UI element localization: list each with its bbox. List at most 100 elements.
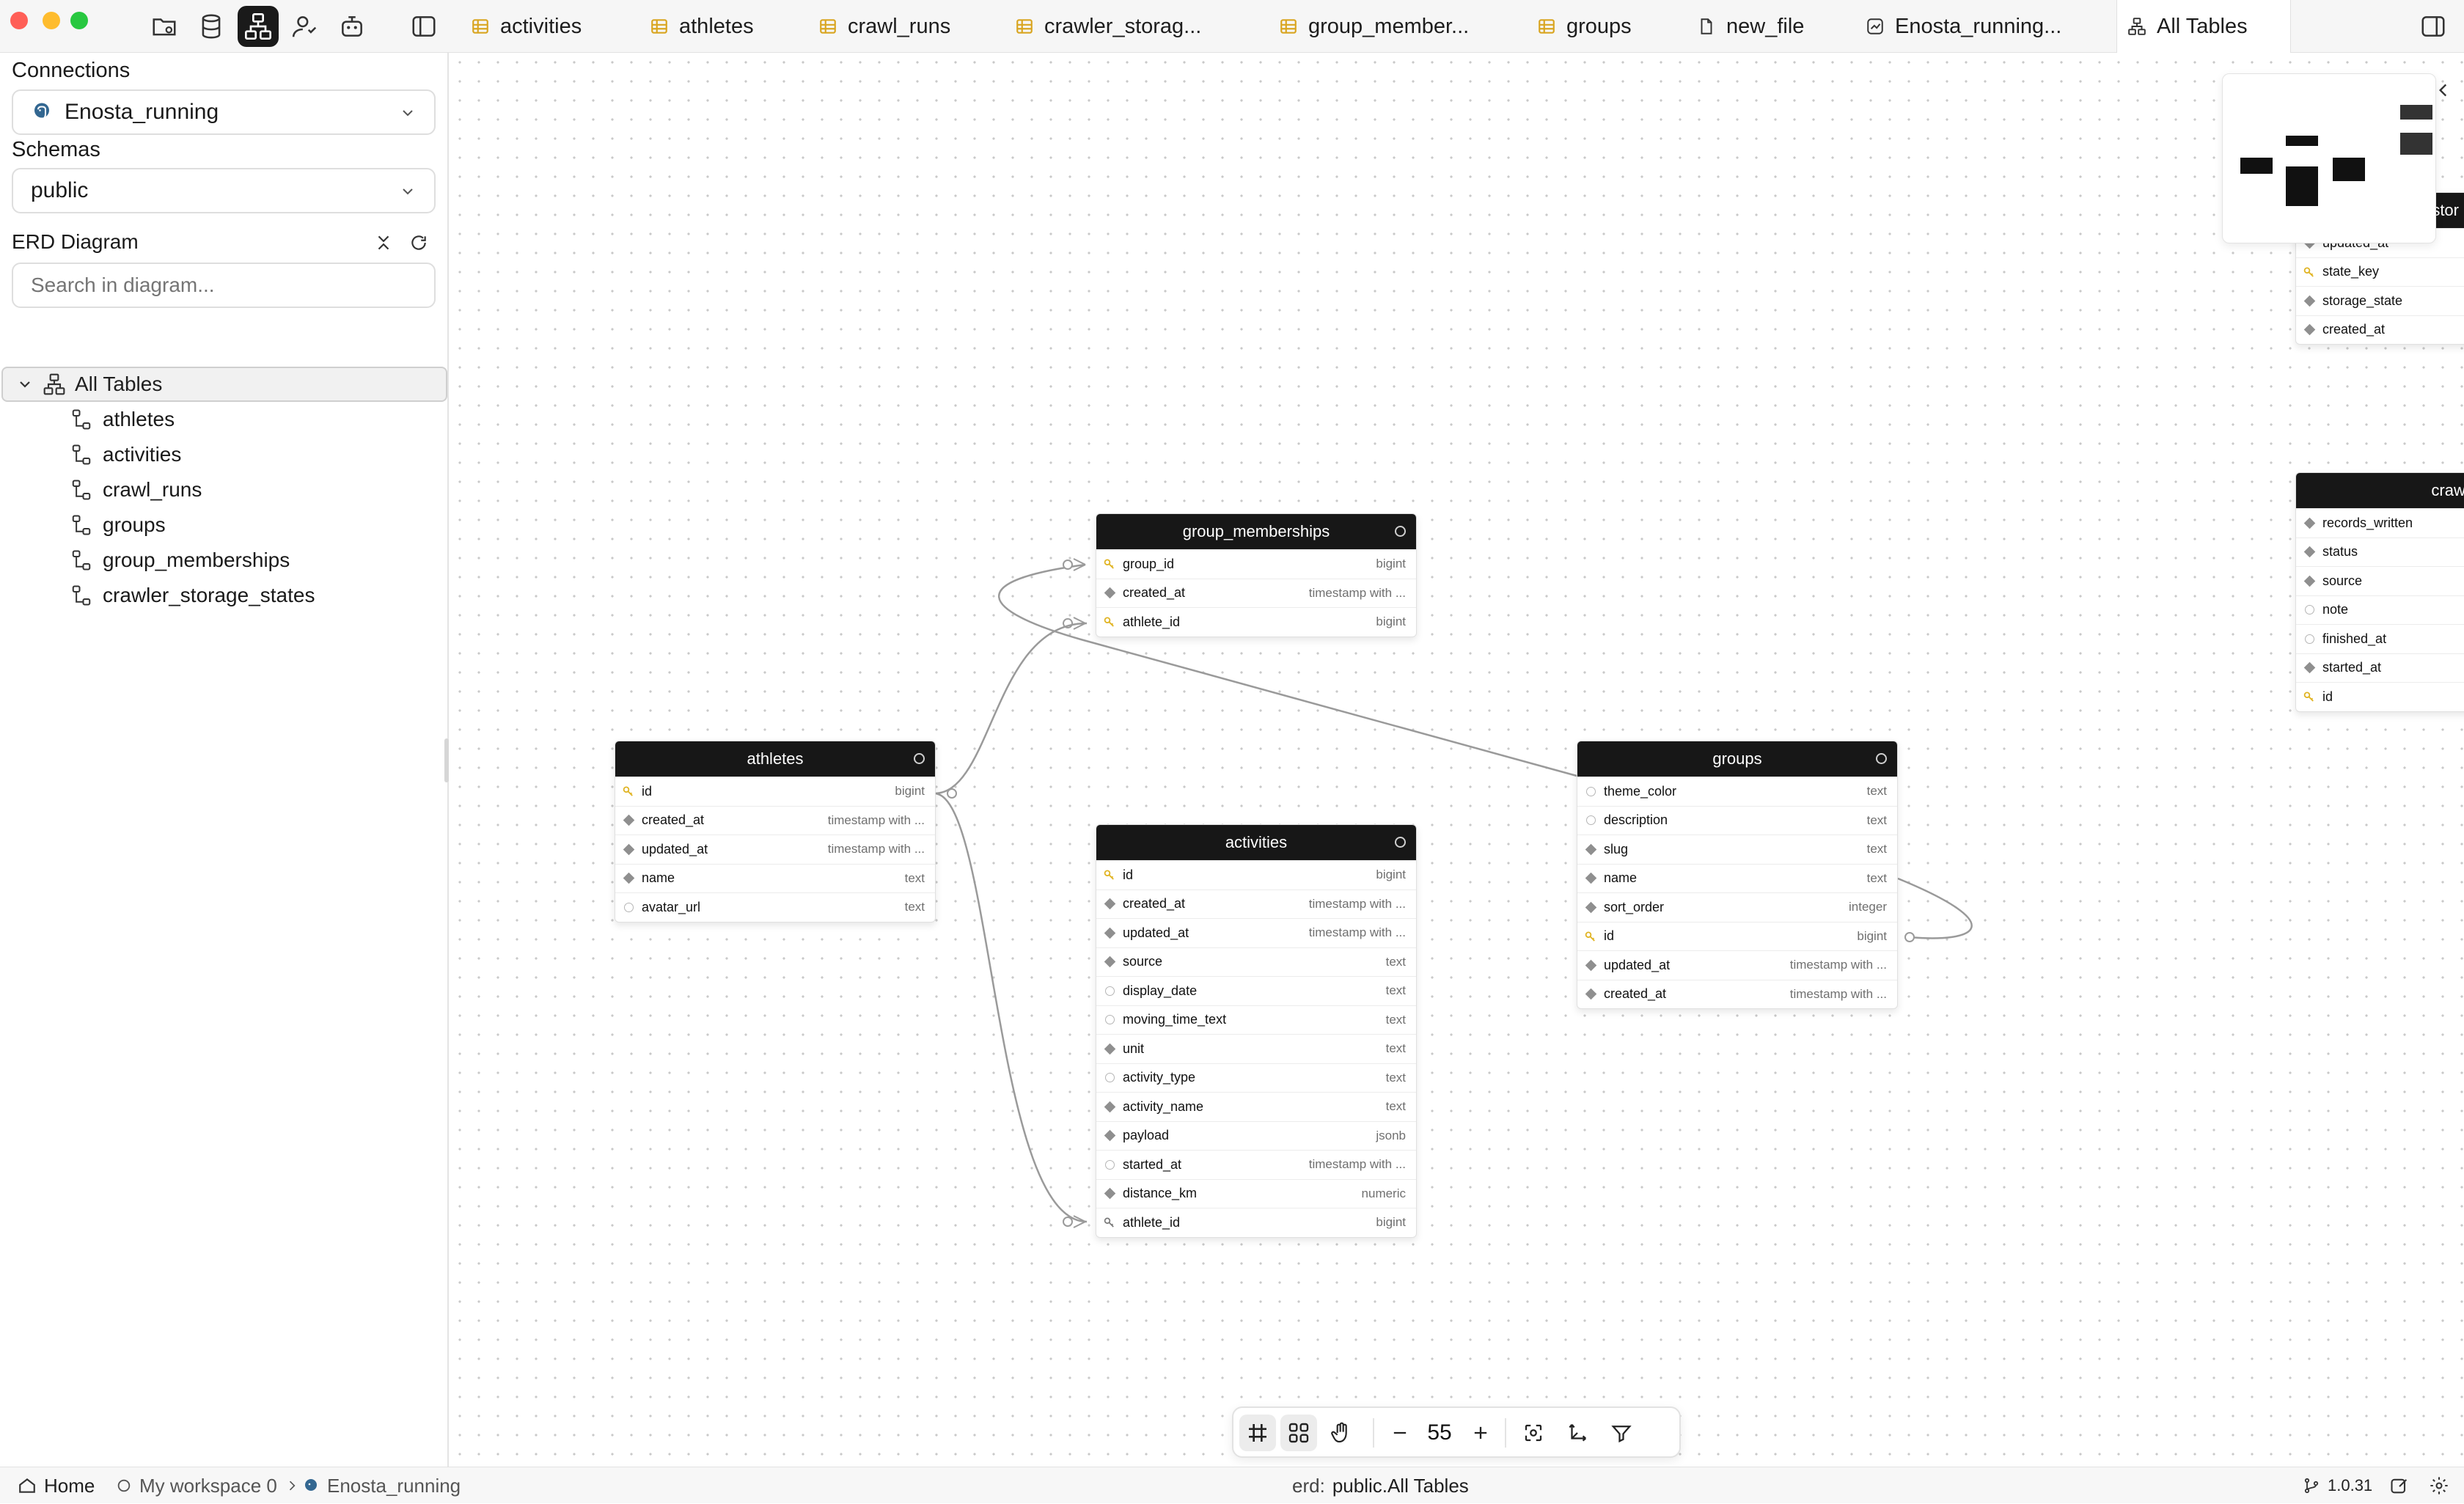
table-header[interactable]: athletes [615,741,935,777]
column-row[interactable]: created_at timestamp with ... [1096,889,1416,919]
column-row[interactable]: id bigint [615,777,935,806]
column-row[interactable]: athlete_id bigint [1096,607,1416,637]
filter-button[interactable] [1603,1415,1640,1451]
column-row[interactable]: group_id bigint [1096,549,1416,579]
column-row[interactable]: source [2296,566,2464,595]
pan-tool-button[interactable] [1323,1415,1360,1451]
column-row[interactable]: created_at timestamp with ... [615,805,935,835]
column-row[interactable]: moving_time_text text [1096,1005,1416,1035]
users-button[interactable] [285,6,326,47]
zoom-out-button[interactable] [1382,1415,1418,1451]
minimize-window-button[interactable] [43,12,60,29]
tab-crawl-runs[interactable]: crawl_runs [808,0,991,53]
column-row[interactable]: updated_at timestamp with ... [1096,918,1416,947]
tab-new-file[interactable]: new_file [1687,0,1860,53]
tree-item-all-tables[interactable]: All Tables [1,367,447,402]
tab-enosta-running-chart[interactable]: Enosta_running... [1855,0,2119,53]
workspace-breadcrumb[interactable]: My workspace 0 [116,1467,299,1504]
settings-button[interactable] [2429,1467,2449,1504]
erd-table-crawl-runs[interactable]: crawl_ records_written status source not… [2295,472,2464,712]
column-row[interactable]: payload jsonb [1096,1120,1416,1151]
column-row[interactable]: state_key [2296,257,2464,287]
erd-table-activities[interactable]: activities id bigint created_at timestamp … [1096,824,1417,1238]
column-row[interactable]: slug text [1577,834,1897,864]
database-button[interactable] [191,6,232,47]
column-row[interactable]: updated_at timestamp with ... [615,834,935,864]
erd-table-group-memberships[interactable]: group_memberships group_id bigint created… [1096,513,1417,637]
column-row[interactable]: created_at [2296,315,2464,345]
tab-activities[interactable]: activities [461,0,637,53]
sidebar-resize-handle[interactable] [444,738,449,782]
erd-canvas[interactable]: group_memberships group_id bigint created… [450,53,2464,1467]
connection-select[interactable]: Enosta_running [12,89,436,135]
tab-groups[interactable]: groups [1527,0,1695,53]
layout-button[interactable] [1280,1415,1317,1451]
column-row[interactable]: note [2296,595,2464,625]
tab-group-memberships[interactable]: group_member... [1269,0,1518,53]
column-row[interactable]: storage_state [2296,286,2464,315]
column-row[interactable]: athlete_id bigint [1096,1208,1416,1237]
tree-item-athletes[interactable]: athletes [70,403,175,436]
column-row[interactable]: source text [1096,947,1416,977]
version-indicator[interactable]: 1.0.31 [2303,1467,2372,1504]
column-row[interactable]: display_date text [1096,976,1416,1005]
tree-item-group-memberships[interactable]: group_memberships [70,544,290,576]
column-row[interactable]: description text [1577,805,1897,835]
collapse-all-button[interactable] [371,230,396,255]
diagram-search-input[interactable] [12,263,436,308]
table-header[interactable]: crawl_ [2296,473,2464,508]
column-row[interactable]: created_at timestamp with ... [1096,578,1416,608]
auto-arrange-button[interactable] [1559,1415,1596,1451]
column-row[interactable]: records_written [2296,508,2464,538]
column-row[interactable]: activity_name text [1096,1092,1416,1121]
zoom-window-button[interactable] [70,12,88,29]
column-row[interactable]: name text [615,863,935,893]
column-row[interactable]: unit text [1096,1034,1416,1063]
refresh-button[interactable] [406,230,431,255]
column-row[interactable]: started_at [2296,653,2464,683]
column-row[interactable]: finished_at [2296,624,2464,653]
grid-toggle-button[interactable] [1239,1415,1276,1451]
tab-crawler-storage[interactable]: crawler_storag... [1005,0,1254,53]
tab-all-tables[interactable]: All Tables [2116,0,2291,53]
toggle-sidebar-button[interactable] [403,6,444,47]
zoom-in-button[interactable] [1462,1415,1499,1451]
table-options-icon[interactable] [1395,526,1406,537]
table-header[interactable]: group_memberships [1096,514,1416,549]
table-options-icon[interactable] [1395,837,1406,848]
table-options-icon[interactable] [914,753,925,764]
column-row[interactable]: sort_order integer [1577,892,1897,922]
schema-select[interactable]: public [12,168,436,213]
column-row[interactable]: started_at timestamp with ... [1096,1150,1416,1179]
column-row[interactable]: avatar_url text [615,892,935,922]
toggle-right-panel-button[interactable] [2413,6,2454,47]
column-row[interactable]: id bigint [1096,860,1416,889]
fit-view-button[interactable] [1515,1415,1552,1451]
column-row[interactable]: theme_color text [1577,777,1897,806]
erd-table-athletes[interactable]: athletes id bigint created_at timestamp wi… [615,741,936,922]
column-row[interactable]: activity_type text [1096,1063,1416,1093]
tree-item-activities[interactable]: activities [70,439,181,471]
connection-breadcrumb[interactable]: Enosta_running [302,1467,461,1504]
column-row[interactable]: status [2296,537,2464,567]
column-row[interactable]: created_at timestamp with ... [1577,979,1897,1009]
erd-button[interactable] [238,6,279,47]
column-row[interactable]: id bigint [1577,921,1897,951]
home-link[interactable]: Home [18,1467,95,1504]
ai-assistant-button[interactable] [331,6,373,47]
erd-table-groups[interactable]: groups theme_color text description text s… [1577,741,1898,1009]
tree-item-groups[interactable]: groups [70,509,166,541]
close-window-button[interactable] [10,12,28,29]
table-header[interactable]: groups [1577,741,1897,777]
tab-athletes[interactable]: athletes [639,0,801,53]
column-row[interactable]: distance_km numeric [1096,1178,1416,1208]
files-button[interactable] [144,6,185,47]
table-options-icon[interactable] [1876,753,1887,764]
column-row[interactable]: updated_at timestamp with ... [1577,950,1897,980]
tree-item-crawler-storage-states[interactable]: crawler_storage_states [70,579,315,612]
minimap[interactable] [2222,73,2436,243]
column-row[interactable]: name text [1577,863,1897,893]
column-row[interactable]: id [2296,682,2464,711]
feedback-button[interactable] [2389,1467,2410,1504]
tree-item-crawl-runs[interactable]: crawl_runs [70,474,202,506]
